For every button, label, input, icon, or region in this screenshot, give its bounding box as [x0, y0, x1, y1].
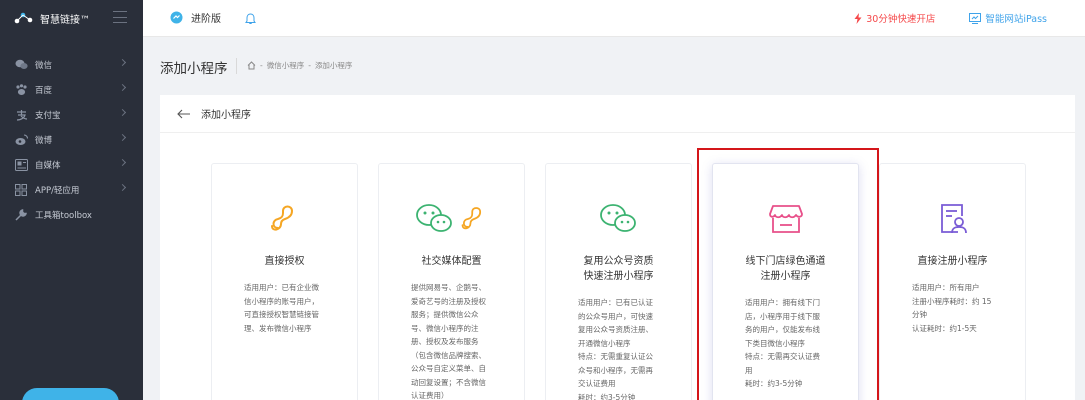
sidebar-item-label: 支付宝: [35, 110, 61, 121]
sidebar-item-label: APP/轻应用: [35, 185, 80, 196]
breadcrumb-mini-program[interactable]: 微信小程序: [267, 60, 305, 71]
chevron-right-icon: [118, 133, 127, 142]
sidebar-item-weibo[interactable]: 微博: [0, 127, 143, 152]
sidebar-bottom-button[interactable]: [22, 388, 119, 400]
sidebar-nav: 微信 百度 支付宝 微博 自媒体 APP/轻应用 工具箱toolbox: [0, 52, 143, 227]
sidebar-item-toolbox[interactable]: 工具箱toolbox: [0, 202, 143, 227]
panel-header: 添加小程序: [160, 95, 1075, 133]
card-title: 直接授权: [264, 256, 305, 267]
edition-icon: [170, 11, 183, 24]
wechat-icon: [599, 204, 636, 232]
content-panel: 添加小程序 直接授权 适用用户：已有企业微 信小程序的账号用户， 可直接授权智慧链接…: [160, 95, 1075, 400]
sidebar-item-media[interactable]: 自媒体: [0, 152, 143, 177]
panel-header-title: 添加小程序: [201, 110, 251, 121]
edition-title: 进阶版: [191, 14, 221, 25]
top-header: 进阶版 30分钟快速开店 智能网站iPass: [143, 0, 1085, 37]
card-icon-wrap: [212, 194, 357, 244]
sidebar-item-label: 工具箱toolbox: [35, 210, 92, 221]
ipass-label: 智能网站iPass: [985, 14, 1047, 25]
mini-program-icon: [461, 207, 481, 230]
breadcrumb: - 微信小程序 - 添加小程序: [247, 60, 352, 71]
menu-toggle-icon[interactable]: [113, 11, 127, 23]
page-title: 添加小程序: [160, 61, 228, 77]
sidebar-item-alipay[interactable]: 支付宝: [0, 102, 143, 127]
lightning-icon: [854, 12, 862, 24]
card-title: 复用公众号资质 快速注册小程序: [583, 256, 654, 282]
logo-text: 智慧链接™: [40, 14, 90, 26]
sidebar-item-label: 自媒体: [35, 160, 61, 171]
back-arrow-icon[interactable]: [177, 109, 191, 119]
edition-label: 进阶版: [170, 10, 221, 25]
breadcrumb-current: 添加小程序: [314, 61, 353, 70]
sidebar-item-label: 百度: [35, 85, 53, 96]
weibo-icon: [14, 133, 28, 147]
chevron-right-icon: [118, 58, 127, 67]
wrench-icon: [14, 208, 28, 222]
top-actions: 30分钟快速开店 智能网站iPass: [854, 11, 1047, 25]
screen-icon: [969, 12, 982, 24]
quick-shop-label: 30分钟快速开店: [866, 14, 936, 25]
chevron-right-icon: [118, 108, 127, 117]
card-social-media-config[interactable]: 社交媒体配置 提供网易号、企鹅号、 爱奇艺号的注册及授权 服务；提供微信公众 号、微信…: [378, 163, 525, 400]
sidebar-item-wechat[interactable]: 微信: [0, 52, 143, 77]
card-icon-wrap: [546, 194, 691, 244]
card-direct-register[interactable]: 直接注册小程序 适用用户：所有用户 注册小程序耗时：约 15 分钟 认证耗时：约1-5…: [879, 163, 1026, 400]
card-description: 提供网易号、企鹅号、 爱奇艺号的注册及授权 服务；提供微信公众 号、微信小程序的注 册、…: [411, 283, 486, 400]
sidebar-item-app[interactable]: APP/轻应用: [0, 177, 143, 202]
sidebar-item-label: 微博: [35, 135, 53, 146]
card-title: 社交媒体配置: [421, 256, 482, 267]
card-title: 直接注册小程序: [917, 256, 988, 267]
sidebar: 智慧链接™ 微信 百度 支付宝 微博 自媒体 APP/轻应用 工具箱toolbo…: [0, 0, 143, 400]
ipass-link[interactable]: 智能网站iPass: [969, 11, 1047, 25]
home-icon[interactable]: [247, 61, 256, 70]
user-card-icon: [940, 204, 967, 234]
card-icon-wrap: [379, 194, 524, 244]
chevron-right-icon: [118, 183, 127, 192]
app-grid-icon: [14, 183, 28, 197]
wechat-icon: [14, 58, 28, 72]
logo-icon: [14, 12, 33, 24]
breadcrumb-separator: -: [260, 61, 263, 70]
media-icon: [14, 158, 28, 172]
title-divider: [236, 58, 237, 74]
breadcrumb-separator: -: [308, 61, 311, 70]
chevron-right-icon: [118, 83, 127, 92]
card-icon-wrap: [880, 194, 1025, 244]
wechat-icon: [415, 204, 452, 232]
sidebar-item-label: 微信: [35, 60, 53, 71]
bell-icon[interactable]: [245, 10, 256, 29]
quick-shop-link[interactable]: 30分钟快速开店: [854, 11, 935, 25]
card-description: 适用用户：已有已认证 的公众号用户，可快速 复用公众号资质注册、 开通微信小程序 特点：…: [578, 298, 653, 400]
page-header: 添加小程序 - 微信小程序 - 添加小程序: [143, 38, 1085, 94]
alipay-icon: [14, 108, 28, 122]
card-description: 适用用户：所有用户 注册小程序耗时：约 15 分钟 认证耗时：约1-5天: [912, 283, 992, 333]
chevron-right-icon: [118, 158, 127, 167]
mini-program-icon: [270, 205, 293, 231]
card-reuse-official-account[interactable]: 复用公众号资质 快速注册小程序 适用用户：已有已认证 的公众号用户，可快速 复用公众号…: [545, 163, 692, 400]
selection-highlight-box: [697, 148, 879, 400]
baidu-paw-icon: [14, 83, 28, 97]
sidebar-item-baidu[interactable]: 百度: [0, 77, 143, 102]
card-direct-authorize[interactable]: 直接授权 适用用户：已有企业微 信小程序的账号用户， 可直接授权智慧链接管 理、发布微…: [211, 163, 358, 400]
card-description: 适用用户：已有企业微 信小程序的账号用户， 可直接授权智慧链接管 理、发布微信小程序: [244, 283, 319, 333]
